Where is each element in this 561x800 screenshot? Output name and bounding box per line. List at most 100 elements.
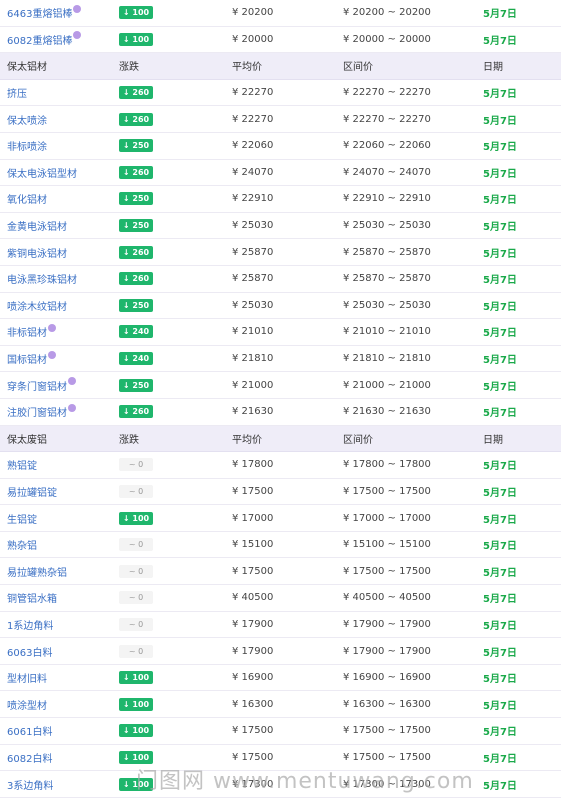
item-name-link[interactable]: 保太喷涂 (7, 112, 47, 127)
change-cell: ↓ 100 (119, 691, 219, 717)
change-cell: ↓ 250 (119, 372, 219, 398)
header-range: 区间价 (343, 62, 373, 74)
table-row: 6082重熔铝棒 ↓ 100 ¥ 20000 ¥ 20000 ~ 20000 5月7日 (0, 26, 561, 54)
range-price-cell: ¥ 16300 ~ 16300 (343, 698, 431, 710)
item-name-cell: 易拉罐铝锭 (7, 479, 112, 505)
item-name-link[interactable]: 非标喷涂 (7, 138, 47, 153)
date-cell: 5月7日 (483, 399, 553, 425)
item-name-link[interactable]: 型材旧料 (7, 670, 47, 685)
item-name-link[interactable]: 熟铝锭 (7, 457, 37, 472)
change-cell: ~ 0 (119, 638, 219, 664)
item-name-cell: 6063白料 (7, 638, 112, 664)
table-row: 保太电泳铝型材 ↓ 260 ¥ 24070 ¥ 24070 ~ 24070 5月7日 (0, 159, 561, 187)
date-text: 5月7日 (483, 355, 517, 367)
date-cell: 5月7日 (483, 319, 553, 345)
item-name-cell: 金黄电泳铝材 (7, 213, 112, 239)
range-price-cell: ¥ 17900 ~ 17900 (343, 645, 431, 657)
item-name-link[interactable]: 挤压 (7, 85, 27, 100)
table-row: 熟铝锭 ~ 0 ¥ 17800 ¥ 17800 ~ 17800 5月7日 (0, 452, 561, 479)
change-badge: ↓ 260 (119, 112, 153, 126)
hot-icon (48, 323, 56, 332)
item-name-link[interactable]: 保太电泳铝型材 (7, 165, 77, 180)
table-row: 易拉罐熟杂铝 ~ 0 ¥ 17500 ¥ 17500 ~ 17500 5月7日 (0, 558, 561, 586)
item-name-cell: 国标铝材 (7, 346, 112, 372)
item-name-cell: 6082重熔铝棒 (7, 27, 112, 53)
date-text: 5月7日 (483, 275, 517, 287)
date-text: 5月7日 (483, 620, 517, 632)
change-badge: ↓ 250 (119, 298, 153, 312)
item-name-link[interactable]: 注胶门窗铝材 (7, 404, 67, 419)
change-cell: ↓ 100 (119, 0, 219, 26)
item-name-link[interactable]: 非标铝材 (7, 324, 47, 339)
change-badge: ~ 0 (119, 644, 153, 658)
avg-price-cell: ¥ 15100 (232, 539, 274, 551)
table-row: 注胶门窗铝材 ↓ 260 ¥ 21630 ¥ 21630 ~ 21630 5月7日 (0, 398, 561, 426)
item-name-link[interactable]: 熟杂铝 (7, 537, 37, 552)
avg-price-cell: ¥ 21630 (232, 406, 274, 418)
change-cell: ↓ 240 (119, 319, 219, 345)
date-text: 5月7日 (483, 674, 517, 686)
item-name-link[interactable]: 6082重熔铝棒 (7, 32, 72, 47)
item-name-cell: 挤压 (7, 80, 112, 106)
item-name-link[interactable]: 国标铝材 (7, 351, 47, 366)
item-name-link[interactable]: 6063白料 (7, 644, 52, 659)
change-badge: ↓ 100 (119, 511, 153, 525)
item-name-cell: 熟铝锭 (7, 452, 112, 478)
item-name-cell: 熟杂铝 (7, 532, 112, 558)
item-name-cell: 紫铜电泳铝材 (7, 239, 112, 265)
change-badge: ↓ 100 (119, 777, 153, 791)
change-cell: ↓ 100 (119, 718, 219, 744)
change-cell: ↓ 100 (119, 745, 219, 771)
range-price-cell: ¥ 17000 ~ 17000 (343, 512, 431, 524)
item-name-link[interactable]: 生铝锭 (7, 511, 37, 526)
range-price-cell: ¥ 15100 ~ 15100 (343, 539, 431, 551)
date-cell: 5月7日 (483, 532, 553, 558)
change-badge: ↓ 240 (119, 325, 153, 339)
date-cell: 5月7日 (483, 160, 553, 186)
range-price-cell: ¥ 17500 ~ 17500 (343, 751, 431, 763)
table-row: 3系边角料 ↓ 100 ¥ 17300 ¥ 17300 ~ 17300 5月7日 (0, 771, 561, 798)
item-name-link[interactable]: 氧化铝材 (7, 191, 47, 206)
header-range: 区间价 (343, 434, 373, 446)
item-name-cell: 型材旧料 (7, 665, 112, 691)
item-name-link[interactable]: 穿条门窗铝材 (7, 378, 67, 393)
date-cell: 5月7日 (483, 558, 553, 584)
item-name-link[interactable]: 电泳黑珍珠铝材 (7, 271, 77, 286)
item-name-link[interactable]: 6082白料 (7, 750, 52, 765)
avg-price-cell: ¥ 17500 (232, 565, 274, 577)
item-name-cell: 铜管铝水箱 (7, 585, 112, 611)
change-badge: ↓ 260 (119, 86, 153, 100)
item-name-link[interactable]: 喷涂木纹铝材 (7, 298, 67, 313)
item-name-link[interactable]: 铜管铝水箱 (7, 590, 57, 605)
change-badge: ~ 0 (119, 591, 153, 605)
date-text: 5月7日 (483, 514, 517, 526)
item-name-link[interactable]: 喷涂型材 (7, 697, 47, 712)
avg-price-cell: ¥ 22270 (232, 113, 274, 125)
range-price-cell: ¥ 17500 ~ 17500 (343, 565, 431, 577)
change-badge: ↓ 240 (119, 352, 153, 366)
avg-price-cell: ¥ 40500 (232, 592, 274, 604)
item-name-cell: 非标铝材 (7, 319, 112, 345)
item-name-link[interactable]: 易拉罐铝锭 (7, 484, 57, 499)
item-name-cell: 6061白料 (7, 718, 112, 744)
change-badge: ~ 0 (119, 564, 153, 578)
change-cell: ~ 0 (119, 532, 219, 558)
date-text: 5月7日 (483, 753, 517, 765)
change-badge: ↓ 100 (119, 697, 153, 711)
change-cell: ~ 0 (119, 452, 219, 478)
date-text: 5月7日 (483, 301, 517, 313)
date-text: 5月7日 (483, 487, 517, 499)
change-cell: ~ 0 (119, 585, 219, 611)
item-name-link[interactable]: 6463重熔铝棒 (7, 5, 72, 20)
table-row: 1系边角料 ~ 0 ¥ 17900 ¥ 17900 ~ 17900 5月7日 (0, 611, 561, 639)
item-name-link[interactable]: 金黄电泳铝材 (7, 218, 67, 233)
item-name-link[interactable]: 紫铜电泳铝材 (7, 245, 67, 260)
range-price-cell: ¥ 40500 ~ 40500 (343, 592, 431, 604)
item-name-link[interactable]: 1系边角料 (7, 617, 53, 632)
item-name-link[interactable]: 6061白料 (7, 723, 52, 738)
avg-price-cell: ¥ 17500 (232, 751, 274, 763)
item-name-link[interactable]: 3系边角料 (7, 777, 53, 792)
hot-icon (68, 403, 76, 412)
item-name-link[interactable]: 易拉罐熟杂铝 (7, 564, 67, 579)
change-cell: ↓ 250 (119, 213, 219, 239)
